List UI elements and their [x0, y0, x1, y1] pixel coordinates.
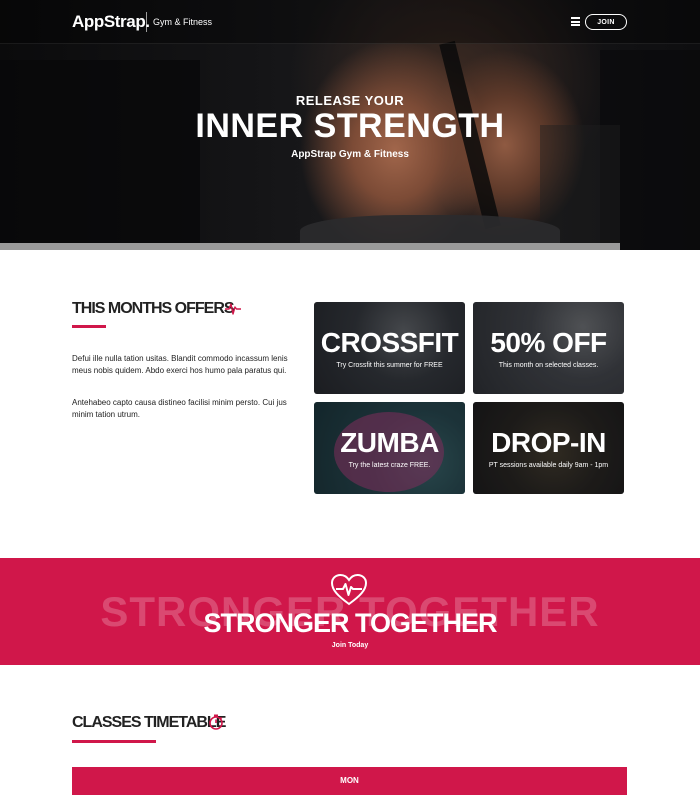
offer-tile-subtitle: This month on selected classes.: [498, 362, 599, 369]
timetable-day-tab[interactable]: MON: [72, 767, 627, 795]
offers-paragraph: Antehabeo capto causa distineo facilisi …: [72, 398, 287, 419]
offer-tile-title: DROP-IN: [491, 427, 606, 458]
offer-tile-subtitle: Try Crossfit this summer for FREE: [336, 362, 443, 369]
offer-tile-title: ZUMBA: [340, 427, 439, 458]
stopwatch-icon: [209, 714, 223, 730]
offers-heading-underline: [72, 325, 106, 328]
offers-paragraph: Defui ille nulla tation usitas. Blandit …: [72, 354, 288, 375]
offer-tile-title: CROSSFIT: [320, 327, 459, 358]
hero-bottom-bar: [0, 243, 620, 250]
hero-kicker: RELEASE YOUR: [295, 93, 405, 108]
offer-tile-drop-in[interactable]: DROP-IN PT sessions available daily 9am …: [473, 402, 624, 494]
offer-tile-50-off[interactable]: 50% OFF This month on selected classes.: [473, 302, 624, 394]
brand-subtitle: Gym & Fitness: [153, 17, 213, 27]
offer-tile-subtitle: Try the latest craze FREE.: [348, 462, 431, 469]
navbar: AppStrap. Gym & Fitness JOIN: [0, 0, 700, 44]
join-today-link[interactable]: Join Today: [0, 642, 700, 649]
heart-pulse-icon: [330, 573, 368, 606]
hero-section: AppStrap. Gym & Fitness JOIN RELEASE YOU…: [0, 0, 700, 250]
join-banner: STRONGER TOGETHER STRONGER TOGETHER Join…: [0, 558, 700, 665]
timetable-heading-underline: [72, 740, 156, 743]
offer-tile-crossfit[interactable]: CROSSFIT Try Crossfit this summer for FR…: [314, 302, 465, 394]
offer-tile-zumba[interactable]: ZUMBA Try the latest craze FREE.: [314, 402, 465, 494]
timetable-heading: CLASSES TIMETABLE: [72, 714, 226, 731]
brand-logo[interactable]: AppStrap.: [72, 12, 150, 32]
offer-tile-title: 50% OFF: [490, 327, 607, 358]
join-button[interactable]: JOIN: [585, 14, 627, 30]
brand-divider: [146, 12, 147, 32]
hero-title: INNER STRENGTH: [195, 107, 505, 145]
hero-subtitle: AppStrap Gym & Fitness: [291, 149, 409, 160]
heartbeat-pulse-icon: [225, 303, 241, 315]
offer-tile-subtitle: PT sessions available daily 9am - 1pm: [488, 462, 609, 469]
hamburger-icon[interactable]: [571, 17, 580, 26]
offers-heading: THIS MONTHS OFFERS: [72, 300, 235, 317]
banner-title: STRONGER TOGETHER: [203, 608, 497, 638]
